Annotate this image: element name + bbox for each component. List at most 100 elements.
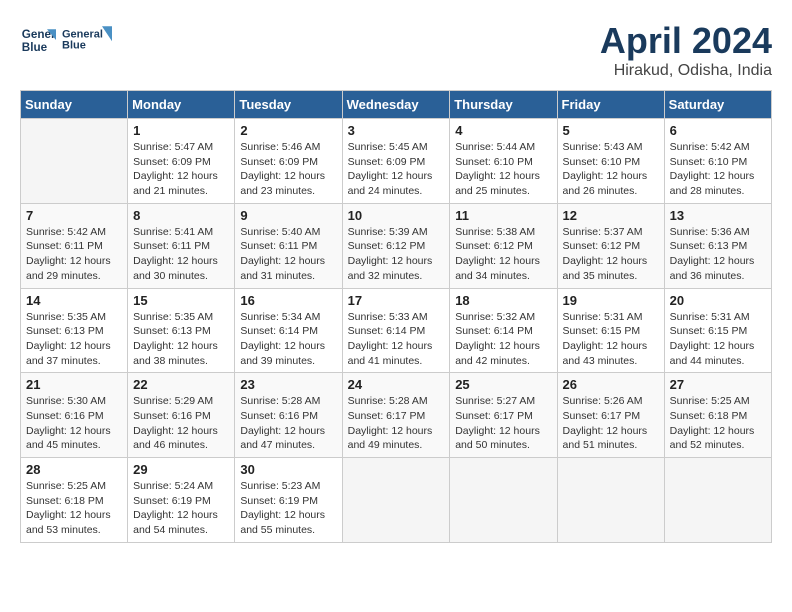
day-info: Sunrise: 5:31 AM Sunset: 6:15 PM Dayligh… xyxy=(670,310,766,369)
day-number: 22 xyxy=(133,377,229,392)
header-cell-wednesday: Wednesday xyxy=(342,91,450,119)
header-cell-friday: Friday xyxy=(557,91,664,119)
day-cell xyxy=(557,458,664,543)
day-cell: 21 Sunrise: 5:30 AM Sunset: 6:16 PM Dayli… xyxy=(21,373,128,458)
day-cell: 1 Sunrise: 5:47 AM Sunset: 6:09 PM Daylig… xyxy=(128,119,235,204)
day-number: 5 xyxy=(563,123,659,138)
day-info: Sunrise: 5:39 AM Sunset: 6:12 PM Dayligh… xyxy=(348,225,445,284)
header-cell-sunday: Sunday xyxy=(21,91,128,119)
day-number: 16 xyxy=(240,293,336,308)
title-block: April 2024 Hirakud, Odisha, India xyxy=(600,20,772,80)
day-cell: 18Sunrise: 5:32 AM Sunset: 6:14 PM Dayli… xyxy=(450,288,557,373)
day-cell: 30 Sunrise: 5:23 AM Sunset: 6:19 PM Dayli… xyxy=(235,458,342,543)
day-number: 3 xyxy=(348,123,445,138)
day-cell: 26 Sunrise: 5:26 AM Sunset: 6:17 PM Dayli… xyxy=(557,373,664,458)
day-number: 30 xyxy=(240,462,336,477)
day-info: Sunrise: 5:26 AM Sunset: 6:17 PM Dayligh… xyxy=(563,394,659,453)
day-cell: 9Sunrise: 5:40 AM Sunset: 6:11 PM Daylig… xyxy=(235,203,342,288)
day-number: 24 xyxy=(348,377,445,392)
day-cell: 5 Sunrise: 5:43 AM Sunset: 6:10 PM Daylig… xyxy=(557,119,664,204)
day-info: Sunrise: 5:47 AM Sunset: 6:09 PM Dayligh… xyxy=(133,140,229,199)
day-cell: 13 Sunrise: 5:36 AM Sunset: 6:13 PM Dayli… xyxy=(664,203,771,288)
day-info: Sunrise: 5:30 AM Sunset: 6:16 PM Dayligh… xyxy=(26,394,122,453)
day-info: Sunrise: 5:37 AM Sunset: 6:12 PM Dayligh… xyxy=(563,225,659,284)
subtitle: Hirakud, Odisha, India xyxy=(600,62,772,80)
day-number: 1 xyxy=(133,123,229,138)
day-number: 28 xyxy=(26,462,122,477)
day-number: 23 xyxy=(240,377,336,392)
day-number: 14 xyxy=(26,293,122,308)
day-cell: 11Sunrise: 5:38 AM Sunset: 6:12 PM Dayli… xyxy=(450,203,557,288)
day-number: 12 xyxy=(563,208,659,223)
day-info: Sunrise: 5:28 AM Sunset: 6:17 PM Dayligh… xyxy=(348,394,445,453)
day-info: Sunrise: 5:27 AM Sunset: 6:17 PM Dayligh… xyxy=(455,394,551,453)
day-cell xyxy=(21,119,128,204)
day-cell: 12 Sunrise: 5:37 AM Sunset: 6:12 PM Dayli… xyxy=(557,203,664,288)
main-title: April 2024 xyxy=(600,20,772,62)
day-number: 26 xyxy=(563,377,659,392)
day-number: 17 xyxy=(348,293,445,308)
day-info: Sunrise: 5:43 AM Sunset: 6:10 PM Dayligh… xyxy=(563,140,659,199)
day-number: 6 xyxy=(670,123,766,138)
day-cell: 15Sunrise: 5:35 AM Sunset: 6:13 PM Dayli… xyxy=(128,288,235,373)
week-row-4: 21 Sunrise: 5:30 AM Sunset: 6:16 PM Dayli… xyxy=(21,373,772,458)
day-cell: 20Sunrise: 5:31 AM Sunset: 6:15 PM Dayli… xyxy=(664,288,771,373)
day-info: Sunrise: 5:35 AM Sunset: 6:13 PM Dayligh… xyxy=(133,310,229,369)
day-cell: 6 Sunrise: 5:42 AM Sunset: 6:10 PM Daylig… xyxy=(664,119,771,204)
day-info: Sunrise: 5:42 AM Sunset: 6:11 PM Dayligh… xyxy=(26,225,122,284)
day-cell: 8Sunrise: 5:41 AM Sunset: 6:11 PM Daylig… xyxy=(128,203,235,288)
day-info: Sunrise: 5:25 AM Sunset: 6:18 PM Dayligh… xyxy=(670,394,766,453)
day-info: Sunrise: 5:38 AM Sunset: 6:12 PM Dayligh… xyxy=(455,225,551,284)
header-cell-thursday: Thursday xyxy=(450,91,557,119)
day-info: Sunrise: 5:42 AM Sunset: 6:10 PM Dayligh… xyxy=(670,140,766,199)
svg-text:General: General xyxy=(62,28,103,40)
generalblue-logo-svg: General Blue xyxy=(62,20,112,60)
day-number: 8 xyxy=(133,208,229,223)
day-number: 21 xyxy=(26,377,122,392)
calendar-body: 1 Sunrise: 5:47 AM Sunset: 6:09 PM Daylig… xyxy=(21,119,772,543)
header-cell-tuesday: Tuesday xyxy=(235,91,342,119)
day-number: 13 xyxy=(670,208,766,223)
calendar-header: SundayMondayTuesdayWednesdayThursdayFrid… xyxy=(21,91,772,119)
svg-text:Blue: Blue xyxy=(62,39,86,51)
day-cell: 19Sunrise: 5:31 AM Sunset: 6:15 PM Dayli… xyxy=(557,288,664,373)
day-cell: 17 Sunrise: 5:33 AM Sunset: 6:14 PM Dayli… xyxy=(342,288,450,373)
day-number: 10 xyxy=(348,208,445,223)
svg-text:Blue: Blue xyxy=(22,41,48,54)
day-cell: 27 Sunrise: 5:25 AM Sunset: 6:18 PM Dayli… xyxy=(664,373,771,458)
day-info: Sunrise: 5:33 AM Sunset: 6:14 PM Dayligh… xyxy=(348,310,445,369)
day-cell: 16 Sunrise: 5:34 AM Sunset: 6:14 PM Dayli… xyxy=(235,288,342,373)
day-info: Sunrise: 5:44 AM Sunset: 6:10 PM Dayligh… xyxy=(455,140,551,199)
page-header: General Blue General Blue April 2024 Hir… xyxy=(20,20,772,80)
day-cell: 28 Sunrise: 5:25 AM Sunset: 6:18 PM Dayli… xyxy=(21,458,128,543)
week-row-1: 1 Sunrise: 5:47 AM Sunset: 6:09 PM Daylig… xyxy=(21,119,772,204)
day-info: Sunrise: 5:25 AM Sunset: 6:18 PM Dayligh… xyxy=(26,479,122,538)
day-number: 27 xyxy=(670,377,766,392)
day-info: Sunrise: 5:45 AM Sunset: 6:09 PM Dayligh… xyxy=(348,140,445,199)
day-info: Sunrise: 5:36 AM Sunset: 6:13 PM Dayligh… xyxy=(670,225,766,284)
day-cell: 10 Sunrise: 5:39 AM Sunset: 6:12 PM Dayli… xyxy=(342,203,450,288)
day-cell: 22 Sunrise: 5:29 AM Sunset: 6:16 PM Dayli… xyxy=(128,373,235,458)
day-cell xyxy=(664,458,771,543)
day-cell: 2 Sunrise: 5:46 AM Sunset: 6:09 PM Daylig… xyxy=(235,119,342,204)
day-cell: 23Sunrise: 5:28 AM Sunset: 6:16 PM Dayli… xyxy=(235,373,342,458)
header-cell-saturday: Saturday xyxy=(664,91,771,119)
day-info: Sunrise: 5:34 AM Sunset: 6:14 PM Dayligh… xyxy=(240,310,336,369)
day-info: Sunrise: 5:23 AM Sunset: 6:19 PM Dayligh… xyxy=(240,479,336,538)
day-info: Sunrise: 5:29 AM Sunset: 6:16 PM Dayligh… xyxy=(133,394,229,453)
day-number: 4 xyxy=(455,123,551,138)
day-number: 29 xyxy=(133,462,229,477)
day-cell: 3 Sunrise: 5:45 AM Sunset: 6:09 PM Daylig… xyxy=(342,119,450,204)
calendar-table: SundayMondayTuesdayWednesdayThursdayFrid… xyxy=(20,90,772,543)
day-number: 9 xyxy=(240,208,336,223)
logo-icon: General Blue xyxy=(20,22,56,58)
week-row-2: 7Sunrise: 5:42 AM Sunset: 6:11 PM Daylig… xyxy=(21,203,772,288)
day-number: 25 xyxy=(455,377,551,392)
day-info: Sunrise: 5:35 AM Sunset: 6:13 PM Dayligh… xyxy=(26,310,122,369)
week-row-3: 14 Sunrise: 5:35 AM Sunset: 6:13 PM Dayli… xyxy=(21,288,772,373)
day-number: 2 xyxy=(240,123,336,138)
day-cell: 29 Sunrise: 5:24 AM Sunset: 6:19 PM Dayli… xyxy=(128,458,235,543)
day-info: Sunrise: 5:24 AM Sunset: 6:19 PM Dayligh… xyxy=(133,479,229,538)
day-number: 18 xyxy=(455,293,551,308)
day-info: Sunrise: 5:46 AM Sunset: 6:09 PM Dayligh… xyxy=(240,140,336,199)
